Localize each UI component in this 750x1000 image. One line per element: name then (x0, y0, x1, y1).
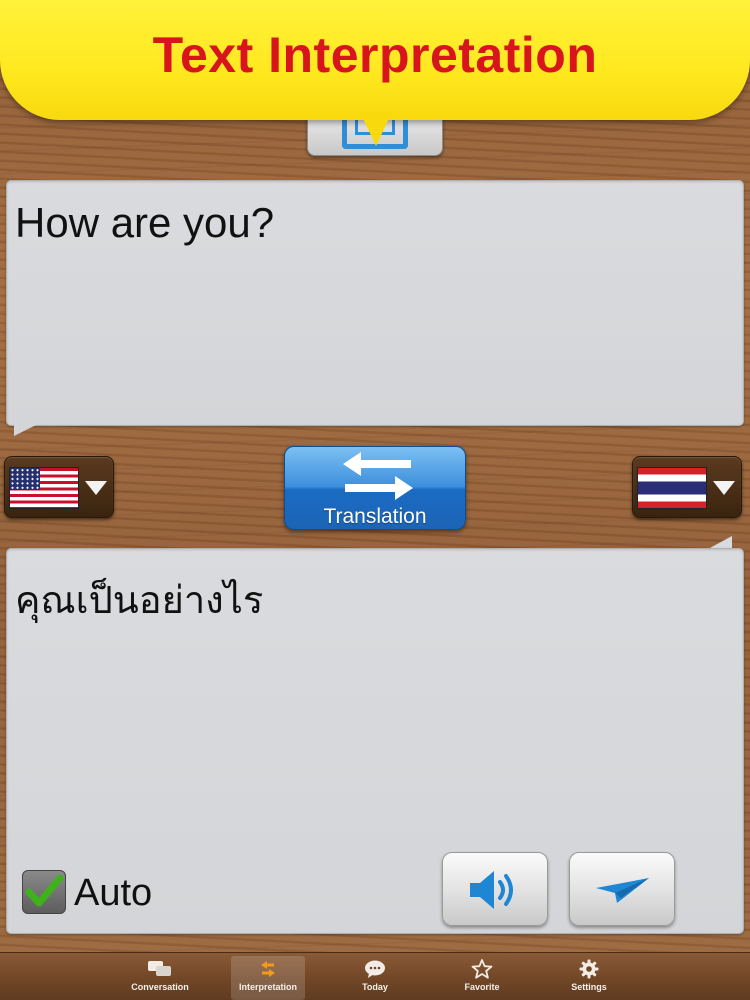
checkmark-icon (25, 874, 64, 907)
auto-label: Auto (74, 872, 153, 914)
page-title: Text Interpretation (152, 27, 598, 83)
send-button[interactable] (569, 852, 675, 926)
thailand-flag-icon (637, 467, 707, 509)
gear-icon (579, 959, 599, 979)
source-language-selector[interactable] (4, 456, 114, 518)
tab-label: Conversation (131, 982, 189, 992)
chevron-down-icon (85, 481, 107, 495)
tab-conversation[interactable]: Conversation (123, 956, 197, 1000)
tab-today[interactable]: Today (338, 956, 412, 1000)
speech-bubble-icon (365, 960, 385, 978)
tab-label: Today (362, 982, 388, 992)
speaker-icon (470, 871, 513, 909)
translate-button[interactable]: Translation (284, 446, 466, 530)
chevron-down-icon (713, 481, 735, 495)
banner-pointer (360, 112, 392, 146)
title-banner: Text Interpretation (0, 0, 750, 120)
tab-settings[interactable]: Settings (552, 956, 626, 1000)
tab-interpretation[interactable]: Interpretation (231, 956, 305, 1000)
result-text: คุณเป็นอย่างไร (15, 580, 264, 622)
tab-label: Interpretation (238, 982, 297, 992)
chat-bubbles-icon (148, 961, 171, 976)
swap-arrows-icon (343, 452, 413, 500)
target-language-selector[interactable] (632, 456, 742, 518)
us-flag-icon (9, 467, 79, 509)
swap-arrows-icon (261, 961, 275, 977)
source-text-box[interactable]: How are you? (6, 180, 744, 426)
source-box-tail (14, 424, 38, 436)
translate-button-label: Translation (323, 505, 427, 528)
tab-label: Favorite (464, 982, 500, 992)
auto-checkbox[interactable] (22, 870, 66, 914)
speak-button[interactable] (442, 852, 548, 926)
tab-label: Settings (571, 982, 607, 992)
star-icon (471, 959, 493, 979)
source-text: How are you? (15, 199, 275, 246)
tab-favorite[interactable]: Favorite (445, 956, 519, 1000)
paper-plane-icon (596, 878, 649, 903)
bottom-tab-bar: Conversation Interpretation Today Favori… (0, 952, 750, 1000)
